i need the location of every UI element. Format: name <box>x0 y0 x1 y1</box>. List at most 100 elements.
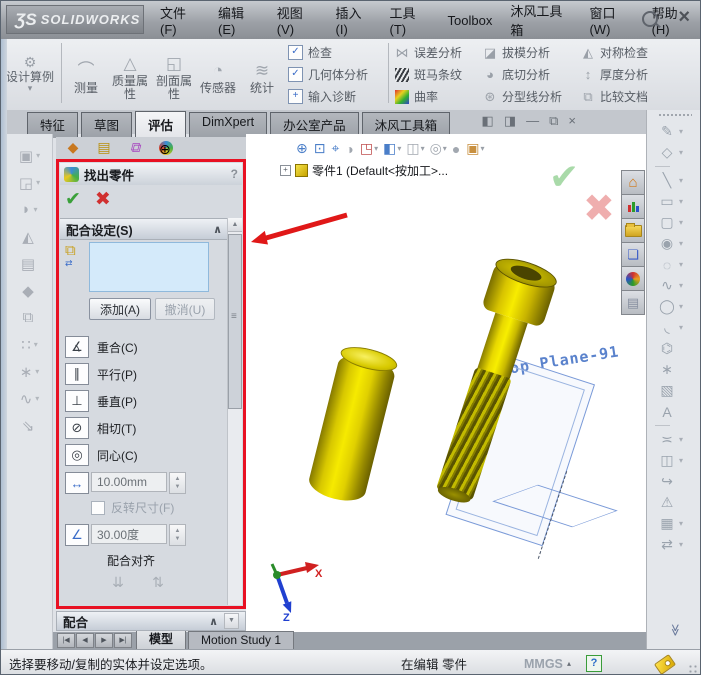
status-help-icon[interactable]: ? <box>586 655 602 672</box>
line-icon[interactable]: ╲ ▾ <box>647 170 701 191</box>
menu-file[interactable]: 文件(F) <box>151 3 209 37</box>
restore-icon[interactable]: ⧉ <box>549 113 558 129</box>
first-tab-button[interactable]: |◀ <box>57 633 75 648</box>
window-close-icon[interactable]: × <box>678 6 690 29</box>
mate-selection-box[interactable] <box>89 242 209 292</box>
ellipse-icon[interactable]: ◯ ▾ <box>647 296 701 317</box>
geometry-analysis-button[interactable]: ✓ 几何体分析 <box>288 66 386 83</box>
featuremanager-tab[interactable]: ▤ <box>89 137 119 158</box>
confirmation-ok-watermark[interactable]: ✔ <box>549 156 579 198</box>
box-icon[interactable]: ◫ ▾ <box>647 450 701 471</box>
statistics-button[interactable]: ≋ 统计 <box>240 55 284 94</box>
tag-icon[interactable] <box>654 654 676 675</box>
scroll-down-icon[interactable]: ▼ <box>224 613 239 629</box>
spline-icon[interactable]: ∿ ▾ <box>10 385 50 412</box>
zebra-stripes-button[interactable]: 斑马条纹 <box>395 64 483 86</box>
revolve-icon[interactable]: ◗ ▾ <box>10 196 50 223</box>
propertymanager-tab[interactable]: ◆ <box>58 137 88 158</box>
ok-button[interactable]: ✔ <box>65 188 81 211</box>
feature-tree-item[interactable]: + 零件1 (Default<按加工>... <box>280 162 448 179</box>
zoom-fit-icon[interactable]: ⊕ <box>296 140 309 157</box>
fly-through-icon[interactable]: ⌖ <box>331 140 340 157</box>
anti-aligned-button[interactable]: ⇅ <box>145 572 171 592</box>
section-view-icon[interactable]: ◳ ▾ <box>360 140 378 157</box>
coincident-mate-button[interactable]: ∡ 重合(C) <box>65 336 138 358</box>
loft-icon[interactable]: ◭ <box>10 223 50 250</box>
pane-left-icon[interactable]: ◧ <box>482 113 494 129</box>
draft-analysis-button[interactable]: ◪ 拔模分析 <box>483 42 581 64</box>
hide-show-icon[interactable]: ◎ ▾ <box>430 140 447 157</box>
sketch-icon[interactable]: ✎ ▾ <box>647 121 701 142</box>
zoom-area-icon[interactable]: ⊡ <box>314 140 327 157</box>
sketch-pattern-icon[interactable]: ▦ ▾ <box>647 513 701 534</box>
display-style-icon[interactable]: ◫ ▾ <box>406 140 424 157</box>
check-button[interactable]: ✓ 检查 <box>288 44 386 61</box>
add-button[interactable]: 添加(A) <box>89 298 151 320</box>
slot-icon[interactable]: ▢ ▾ <box>647 212 701 233</box>
confirmation-cancel-watermark[interactable]: ✖ <box>583 186 615 231</box>
rectangle-icon[interactable]: ▭ ▾ <box>647 191 701 212</box>
curvature-button[interactable]: 曲率 <box>395 86 483 108</box>
home-button[interactable]: ⌂ <box>621 170 645 195</box>
deviation-analysis-button[interactable]: ⋈ 误差分析 <box>395 42 483 64</box>
linear-pattern-icon[interactable]: ∷ ▾ <box>10 331 50 358</box>
import-diagnostics-button[interactable]: + 输入诊断 <box>288 88 386 105</box>
configurationmanager-tab[interactable]: ⧉ <box>120 137 150 158</box>
perpendicular-mate-button[interactable]: ⊥ 垂直(P) <box>65 390 137 412</box>
close-icon[interactable]: × <box>568 113 576 129</box>
appearances-button[interactable] <box>621 266 645 291</box>
wrap-icon[interactable]: ⧉ <box>10 304 50 331</box>
convert-entities-icon[interactable]: ↪ <box>647 471 701 492</box>
help-icon[interactable]: ? <box>231 167 238 181</box>
mates-section-header[interactable]: 配合 ∧ ▼ <box>56 611 246 631</box>
dimxpertmanager-tab[interactable]: ⊕ <box>151 137 181 158</box>
undo-button[interactable]: 撤消(U) <box>155 298 215 320</box>
circle-icon[interactable]: ◉ ▾ <box>647 233 701 254</box>
toolbar-grip[interactable] <box>658 113 692 117</box>
flip-dimension-checkbox[interactable]: 反转尺寸(F) <box>91 499 174 516</box>
menu-view[interactable]: 视图(V) <box>268 3 327 37</box>
scroll-up-icon[interactable]: ▲ <box>228 218 242 232</box>
menu-toolbox[interactable]: Toolbox <box>439 13 502 28</box>
last-tab-button[interactable]: ▶| <box>114 633 132 648</box>
search-icon[interactable] <box>642 11 658 27</box>
smart-dimension-icon[interactable]: ◇ ▾ <box>647 142 701 163</box>
design-library-button[interactable] <box>621 194 645 219</box>
move-entities-icon[interactable]: ⇄ ▾ <box>647 534 701 555</box>
sensor-button[interactable]: ◔ 传感器 <box>196 55 240 94</box>
model-tab[interactable]: 模型 <box>136 628 186 649</box>
toolbar-expand-chevron-icon[interactable]: ≫ <box>668 624 682 637</box>
distance-spinner[interactable]: ▲▼ <box>169 472 186 494</box>
menu-insert[interactable]: 插入(I) <box>327 3 381 37</box>
undercut-analysis-button[interactable]: ◕ 底切分析 <box>483 64 581 86</box>
parting-line-analysis-button[interactable]: ⊛ 分型线分析 <box>483 86 581 108</box>
menu-tools[interactable]: 工具(T) <box>381 3 439 37</box>
apply-scene-icon[interactable]: ▣ ▾ <box>466 140 484 157</box>
divider[interactable] <box>647 163 701 170</box>
menu-edit[interactable]: 编辑(E) <box>209 3 268 37</box>
tab-evaluate[interactable]: 评估 <box>135 111 186 137</box>
measure-button[interactable]: ⌒ 测量 <box>64 55 108 94</box>
angle-mate-button[interactable]: ∠ <box>65 524 89 546</box>
curve-icon[interactable]: ∗ ▾ <box>10 358 50 385</box>
previous-view-icon[interactable]: ◑ <box>345 141 354 157</box>
distance-input[interactable]: 10.00mm <box>91 472 167 492</box>
arc-icon[interactable]: ◌ ▾ <box>647 254 701 275</box>
expand-icon[interactable]: + <box>280 165 291 176</box>
tangent-mate-button[interactable]: ⊘ 相切(T) <box>65 417 136 439</box>
angle-input[interactable]: 30.00度 <box>91 524 167 544</box>
cancel-button[interactable]: ✖ <box>95 188 111 211</box>
units-dropdown-icon[interactable]: ▴ <box>567 659 571 668</box>
boundary-icon[interactable]: ▤ <box>10 250 50 277</box>
trim-entities-icon[interactable]: ▧ <box>647 380 701 401</box>
distance-mate-button[interactable]: ↔ <box>65 472 89 494</box>
tab-sketch[interactable]: 草图 <box>81 112 132 138</box>
file-explorer-button[interactable] <box>621 218 645 243</box>
view-orientation-icon[interactable]: ◧ ▾ <box>383 140 401 157</box>
mate-settings-section-header[interactable]: 配合设定(S) ∧ <box>60 218 228 240</box>
extruded-cut-icon[interactable]: ◲ ▾ <box>10 169 50 196</box>
edit-appearance-icon[interactable]: ● <box>452 141 461 157</box>
thickness-analysis-button[interactable]: ↕ 厚度分析 <box>581 64 677 86</box>
panel-scrollbar[interactable]: ▲ <box>227 218 242 605</box>
display-dimensions-icon[interactable]: ≍ ▾ <box>647 429 701 450</box>
